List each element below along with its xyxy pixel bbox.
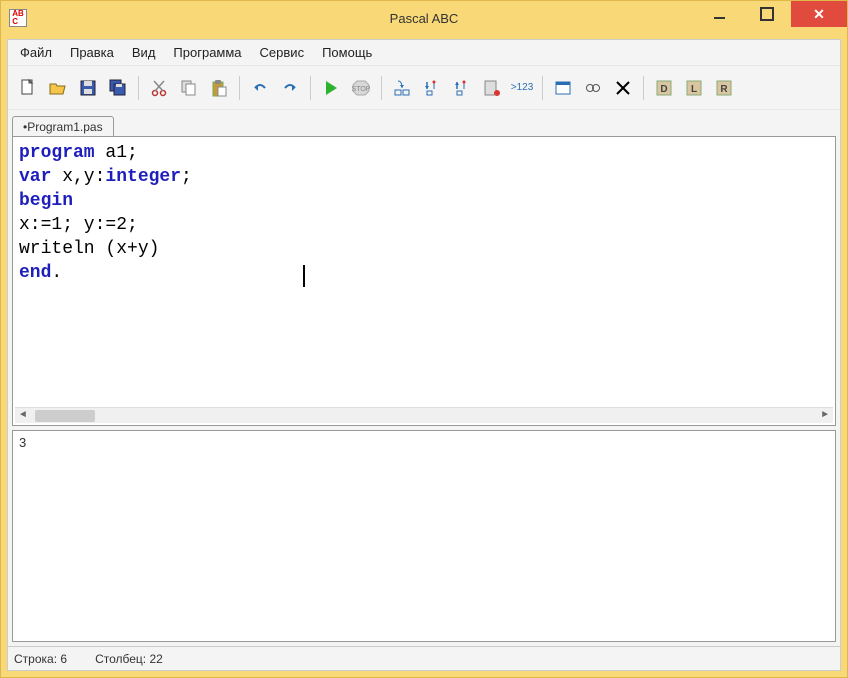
tabs-bar: •Program1.pas (8, 110, 840, 136)
code-content: program a1;var x,y:integer;beginx:=1; y:… (19, 141, 829, 285)
module-r-button[interactable]: R (710, 74, 738, 102)
toolbar-separator (381, 76, 382, 100)
code-line: end. (19, 261, 829, 285)
new-file-button[interactable] (14, 74, 42, 102)
status-col: Столбец: 22 (95, 652, 175, 666)
save-button[interactable] (74, 74, 102, 102)
toolbar-separator (239, 76, 240, 100)
file-tab[interactable]: •Program1.pas (12, 116, 114, 137)
delete-button[interactable] (609, 74, 637, 102)
client-area: Файл Правка Вид Программа Сервис Помощь … (7, 39, 841, 671)
code-editor[interactable]: program a1;var x,y:integer;beginx:=1; y:… (12, 136, 836, 426)
menu-help[interactable]: Помощь (314, 42, 380, 63)
code-line: writeln (x+y) (19, 237, 829, 261)
module-l-button[interactable]: L (680, 74, 708, 102)
horizontal-scrollbar[interactable]: ◄ ► (15, 407, 833, 423)
svg-text:D: D (660, 84, 667, 95)
code-line: begin (19, 189, 829, 213)
statusbar: Строка: 6 Столбец: 22 (8, 646, 840, 670)
minimize-button[interactable] (695, 1, 743, 27)
paste-button[interactable] (205, 74, 233, 102)
scroll-right-arrow[interactable]: ► (817, 408, 833, 424)
output-text: 3 (19, 435, 829, 450)
trace-into-button[interactable] (388, 74, 416, 102)
code-line: var x,y:integer; (19, 165, 829, 189)
open-file-button[interactable] (44, 74, 72, 102)
step-over-button[interactable] (418, 74, 446, 102)
menu-program[interactable]: Программа (165, 42, 249, 63)
watch-button[interactable] (579, 74, 607, 102)
code-line: x:=1; y:=2; (19, 213, 829, 237)
svg-text:STOP: STOP (352, 86, 371, 93)
window-title: Pascal ABC (390, 11, 459, 26)
close-button[interactable] (791, 1, 847, 27)
window-mode-button[interactable] (549, 74, 577, 102)
menu-service[interactable]: Сервис (252, 42, 313, 63)
save-all-button[interactable] (104, 74, 132, 102)
toolbar-separator (643, 76, 644, 100)
evaluate-button[interactable]: >123 (508, 74, 536, 102)
toolbar-separator (310, 76, 311, 100)
toolbar: STOP >123 D L R (8, 66, 840, 110)
menu-edit[interactable]: Правка (62, 42, 122, 63)
titlebar[interactable]: ABC Pascal ABC (1, 1, 847, 35)
menu-view[interactable]: Вид (124, 42, 164, 63)
step-out-button[interactable] (448, 74, 476, 102)
module-d-button[interactable]: D (650, 74, 678, 102)
redo-button[interactable] (276, 74, 304, 102)
status-line: Строка: 6 (14, 652, 79, 666)
code-line: program a1; (19, 141, 829, 165)
undo-button[interactable] (246, 74, 274, 102)
stop-button[interactable]: STOP (347, 74, 375, 102)
app-window: ABC Pascal ABC Файл Правка Вид Программа… (0, 0, 848, 678)
svg-text:R: R (720, 84, 728, 95)
toolbar-separator (542, 76, 543, 100)
app-icon: ABC (9, 9, 27, 27)
window-controls (695, 1, 847, 35)
svg-text:L: L (691, 84, 697, 95)
scroll-thumb[interactable] (35, 410, 95, 422)
menu-file[interactable]: Файл (12, 42, 60, 63)
maximize-button[interactable] (743, 1, 791, 27)
menubar: Файл Правка Вид Программа Сервис Помощь (8, 40, 840, 66)
breakpoint-button[interactable] (478, 74, 506, 102)
toolbar-separator (138, 76, 139, 100)
run-button[interactable] (317, 74, 345, 102)
output-pane[interactable]: 3 (12, 430, 836, 642)
copy-button[interactable] (175, 74, 203, 102)
cut-button[interactable] (145, 74, 173, 102)
scroll-left-arrow[interactable]: ◄ (15, 408, 31, 424)
text-cursor (303, 265, 305, 287)
